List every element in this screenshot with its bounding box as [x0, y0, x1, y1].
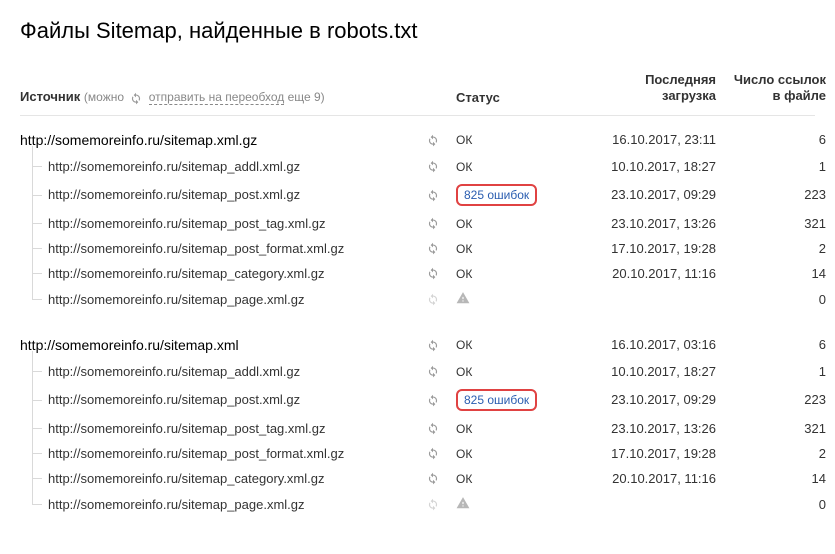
status-ok: ОК — [456, 242, 472, 256]
header-hint: (можно отправить на переобход еще 9) — [84, 90, 325, 104]
last-load-date: 16.10.2017, 03:16 — [556, 337, 716, 352]
last-load-date: 20.10.2017, 11:16 — [556, 471, 716, 486]
sitemap-url[interactable]: http://somemoreinfo.ru/sitemap_page.xml.… — [20, 497, 420, 512]
status-error-badge[interactable]: 825 ошибок — [456, 184, 537, 206]
refresh-icon[interactable] — [420, 446, 446, 460]
sitemap-child-row: http://somemoreinfo.ru/sitemap_page.xml.… — [20, 491, 815, 518]
sitemap-url[interactable]: http://somemoreinfo.ru/sitemap_post.xml.… — [20, 187, 420, 202]
last-load-date: 16.10.2017, 23:11 — [556, 132, 716, 147]
link-count: 223 — [716, 392, 826, 407]
last-load-date: 23.10.2017, 13:26 — [556, 216, 716, 231]
header-source: Источник (можно отправить на переобход е… — [20, 89, 420, 105]
last-load-date: 10.10.2017, 18:27 — [556, 159, 716, 174]
refresh-icon[interactable] — [420, 216, 446, 230]
sitemap-url[interactable]: http://somemoreinfo.ru/sitemap_addl.xml.… — [20, 159, 420, 174]
table-header: Источник (можно отправить на переобход е… — [20, 72, 815, 116]
status-ok: ОК — [456, 365, 472, 379]
last-load-date: 20.10.2017, 11:16 — [556, 266, 716, 281]
sitemap-child-row: http://somemoreinfo.ru/sitemap_addl.xml.… — [20, 154, 815, 179]
link-count: 223 — [716, 187, 826, 202]
sitemap-child-row: http://somemoreinfo.ru/sitemap_page.xml.… — [20, 286, 815, 313]
refresh-icon[interactable] — [420, 241, 446, 255]
sitemap-url[interactable]: http://somemoreinfo.ru/sitemap_category.… — [20, 471, 420, 486]
last-load-date: 23.10.2017, 09:29 — [556, 392, 716, 407]
status-ok: ОК — [456, 447, 472, 461]
link-count: 14 — [716, 266, 826, 281]
sitemap-child-row: http://somemoreinfo.ru/sitemap_category.… — [20, 466, 815, 491]
link-count: 2 — [716, 446, 826, 461]
sitemap-parent-row: http://somemoreinfo.ru/sitemap.xml.gz ОК… — [20, 126, 815, 154]
refresh-icon[interactable] — [420, 364, 446, 378]
refresh-icon — [129, 91, 143, 105]
sitemap-parent-row: http://somemoreinfo.ru/sitemap.xml ОК 16… — [20, 331, 815, 359]
sitemap-section: http://somemoreinfo.ru/sitemap.xml ОК 16… — [20, 331, 815, 518]
last-load-date: 23.10.2017, 09:29 — [556, 187, 716, 202]
sitemap-url[interactable]: http://somemoreinfo.ru/sitemap.xml.gz — [20, 132, 420, 148]
warning-icon — [456, 498, 470, 513]
link-count: 1 — [716, 159, 826, 174]
link-count: 6 — [716, 132, 826, 147]
sitemap-url[interactable]: http://somemoreinfo.ru/sitemap_page.xml.… — [20, 292, 420, 307]
sitemap-url[interactable]: http://somemoreinfo.ru/sitemap_post.xml.… — [20, 392, 420, 407]
sitemap-url[interactable]: http://somemoreinfo.ru/sitemap_post_form… — [20, 241, 420, 256]
status-ok: ОК — [456, 160, 472, 174]
link-count: 0 — [716, 497, 826, 512]
status-ok: ОК — [456, 422, 472, 436]
header-count: Число ссылок в файле — [716, 72, 826, 105]
sitemap-child-row: http://somemoreinfo.ru/sitemap_post_form… — [20, 236, 815, 261]
sitemap-section: http://somemoreinfo.ru/sitemap.xml.gz ОК… — [20, 126, 815, 313]
last-load-date: 17.10.2017, 19:28 — [556, 446, 716, 461]
header-date: Последняя загрузка — [556, 72, 716, 105]
status-ok: ОК — [456, 338, 472, 352]
sitemap-url[interactable]: http://somemoreinfo.ru/sitemap_category.… — [20, 266, 420, 281]
status-ok: ОК — [456, 217, 472, 231]
link-count: 2 — [716, 241, 826, 256]
sitemap-url[interactable]: http://somemoreinfo.ru/sitemap_addl.xml.… — [20, 364, 420, 379]
sitemap-url[interactable]: http://somemoreinfo.ru/sitemap_post_tag.… — [20, 421, 420, 436]
refresh-icon[interactable] — [420, 471, 446, 485]
link-count: 6 — [716, 337, 826, 352]
refresh-icon[interactable] — [420, 188, 446, 202]
refresh-icon[interactable] — [420, 133, 446, 147]
last-load-date: 23.10.2017, 13:26 — [556, 421, 716, 436]
last-load-date: 17.10.2017, 19:28 — [556, 241, 716, 256]
sitemap-url[interactable]: http://somemoreinfo.ru/sitemap_post_form… — [20, 446, 420, 461]
refresh-icon[interactable] — [420, 338, 446, 352]
sitemap-url[interactable]: http://somemoreinfo.ru/sitemap_post_tag.… — [20, 216, 420, 231]
sitemap-child-row: http://somemoreinfo.ru/sitemap_post_form… — [20, 441, 815, 466]
sitemap-child-row: http://somemoreinfo.ru/sitemap_post.xml.… — [20, 179, 815, 211]
header-status: Статус — [446, 90, 556, 105]
page-title: Файлы Sitemap, найденные в robots.txt — [20, 18, 815, 44]
refresh-icon[interactable] — [420, 266, 446, 280]
header-source-label: Источник — [20, 89, 80, 104]
status-ok: ОК — [456, 267, 472, 281]
refresh-icon[interactable] — [420, 421, 446, 435]
sitemap-child-row: http://somemoreinfo.ru/sitemap_post_tag.… — [20, 416, 815, 441]
sitemap-child-row: http://somemoreinfo.ru/sitemap_post_tag.… — [20, 211, 815, 236]
sitemap-child-row: http://somemoreinfo.ru/sitemap_addl.xml.… — [20, 359, 815, 384]
status-ok: ОК — [456, 472, 472, 486]
sitemap-child-row: http://somemoreinfo.ru/sitemap_post.xml.… — [20, 384, 815, 416]
status-error-badge[interactable]: 825 ошибок — [456, 389, 537, 411]
refresh-icon — [420, 292, 446, 306]
refresh-icon[interactable] — [420, 159, 446, 173]
refresh-icon — [420, 497, 446, 511]
link-count: 1 — [716, 364, 826, 379]
sitemap-child-row: http://somemoreinfo.ru/sitemap_category.… — [20, 261, 815, 286]
link-count: 0 — [716, 292, 826, 307]
refresh-icon[interactable] — [420, 393, 446, 407]
status-ok: ОК — [456, 133, 472, 147]
resend-link[interactable]: отправить на переобход — [149, 90, 285, 105]
link-count: 321 — [716, 216, 826, 231]
link-count: 14 — [716, 471, 826, 486]
last-load-date: 10.10.2017, 18:27 — [556, 364, 716, 379]
link-count: 321 — [716, 421, 826, 436]
warning-icon — [456, 293, 470, 308]
sitemap-url[interactable]: http://somemoreinfo.ru/sitemap.xml — [20, 337, 420, 353]
